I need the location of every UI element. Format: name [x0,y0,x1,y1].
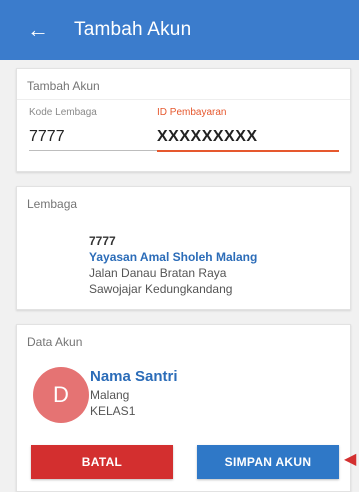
card-title: Lembaga [27,197,78,211]
card-title: Tambah Akun [27,79,100,93]
institution-code: 7777 [89,234,116,248]
page-title: Tambah Akun [74,19,192,40]
divider [17,99,350,100]
batal-button[interactable]: BATAL [31,445,173,479]
student-class: KELAS1 [90,404,136,418]
tambah-akun-card: Tambah Akun Kode Lembaga 7777 ID Pembaya… [16,68,351,172]
arrow-left-icon: ← [27,17,49,42]
id-pembayaran-input[interactable]: XXXXXXXXX [157,128,339,150]
id-pembayaran-field[interactable]: ID Pembayaran XXXXXXXXX [157,107,339,152]
student-name: Nama Santri [90,368,178,385]
institution-address-2: Sawojajar Kedungkandang [89,282,233,296]
account-info: Nama Santri Malang KELAS1 [90,369,178,419]
pointer-arrow-icon: ◀ [344,451,357,468]
kode-lembaga-label: Kode Lembaga [29,107,97,118]
kode-lembaga-field[interactable]: Kode Lembaga 7777 [29,107,163,151]
institution-info: 7777 Yayasan Amal Sholeh Malang Jalan Da… [89,233,257,297]
id-pembayaran-label: ID Pembayaran [157,107,227,118]
institution-address-1: Jalan Danau Bratan Raya [89,266,227,280]
avatar: D [33,367,89,423]
app-bar: ← Tambah Akun [0,0,359,60]
kode-lembaga-input[interactable]: 7777 [29,128,163,150]
institution-name: Yayasan Amal Sholeh Malang [89,250,258,264]
card-title: Data Akun [27,335,83,349]
back-button[interactable]: ← [16,8,60,52]
lembaga-card: Lembaga 7777 Yayasan Amal Sholeh Malang … [16,186,351,310]
data-akun-card: Data Akun D Nama Santri Malang KELAS1 BA… [16,324,351,492]
simpan-akun-button[interactable]: SIMPAN AKUN [197,445,339,479]
student-city: Malang [90,388,130,402]
